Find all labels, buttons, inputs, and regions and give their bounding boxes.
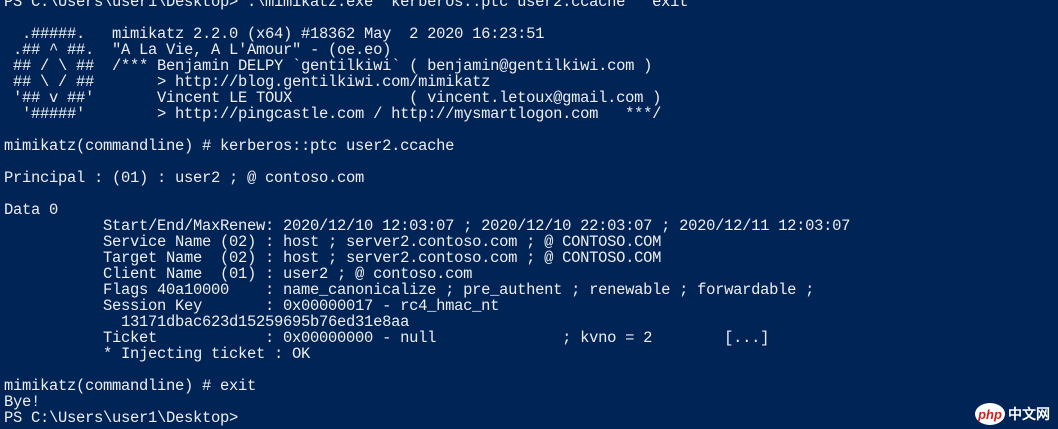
banner-line: '## v ##' Vincent LE TOUX ( vincent.leto… <box>4 89 662 107</box>
ticket-times-line: Start/End/MaxRenew: 2020/12/10 12:03:07 … <box>4 217 851 235</box>
prompt-line: PS C:\Users\user1\Desktop> <box>4 409 239 427</box>
banner-line: .## ^ ##. "A La Vie, A L'Amour" - (oe.eo… <box>4 41 392 59</box>
data-header-line: Data 0 <box>4 201 59 219</box>
ticket-line: Ticket : 0x00000000 - null ; kvno = 2 [.… <box>4 329 770 347</box>
site-watermark: php 中文网 <box>973 402 1052 426</box>
console-output: PS C:\Users\user1\Desktop> .\mimikatz.ex… <box>4 0 850 426</box>
banner-line: ## / \ ## /*** Benjamin DELPY `gentilkiw… <box>4 57 653 75</box>
session-key-value-line: 13171dbac623d15259695b76ed31e8aa <box>4 313 410 331</box>
principal-line: Principal : (01) : user2 ; @ contoso.com <box>4 169 365 187</box>
command-line: mimikatz(commandline) # exit <box>4 377 257 395</box>
watermark-text: 中文网 <box>1008 407 1050 423</box>
target-name-line: Target Name (02) : host ; server2.contos… <box>4 249 662 267</box>
session-key-line: Session Key : 0x00000017 - rc4_hmac_nt <box>4 297 500 315</box>
banner-line: .#####. mimikatz 2.2.0 (x64) #18362 May … <box>4 25 545 43</box>
service-name-line: Service Name (02) : host ; server2.conto… <box>4 233 662 251</box>
banner-line: ## \ / ## > http://blog.gentilkiwi.com/m… <box>4 73 491 91</box>
prompt-line: PS C:\Users\user1\Desktop> .\mimikatz.ex… <box>4 0 698 11</box>
powershell-console[interactable]: PS C:\Users\user1\Desktop> .\mimikatz.ex… <box>0 0 1058 429</box>
command-line: mimikatz(commandline) # kerberos::ptc us… <box>4 137 455 155</box>
client-name-line: Client Name (01) : user2 ; @ contoso.com <box>4 265 473 283</box>
php-logo-icon: php <box>975 403 1005 425</box>
bye-line: Bye! <box>4 393 41 411</box>
banner-line: '#####' > http://pingcastle.com / http:/… <box>4 105 662 123</box>
flags-line: Flags 40a10000 : name_canonicalize ; pre… <box>4 281 815 299</box>
injection-status-line: * Injecting ticket : OK <box>4 345 311 363</box>
